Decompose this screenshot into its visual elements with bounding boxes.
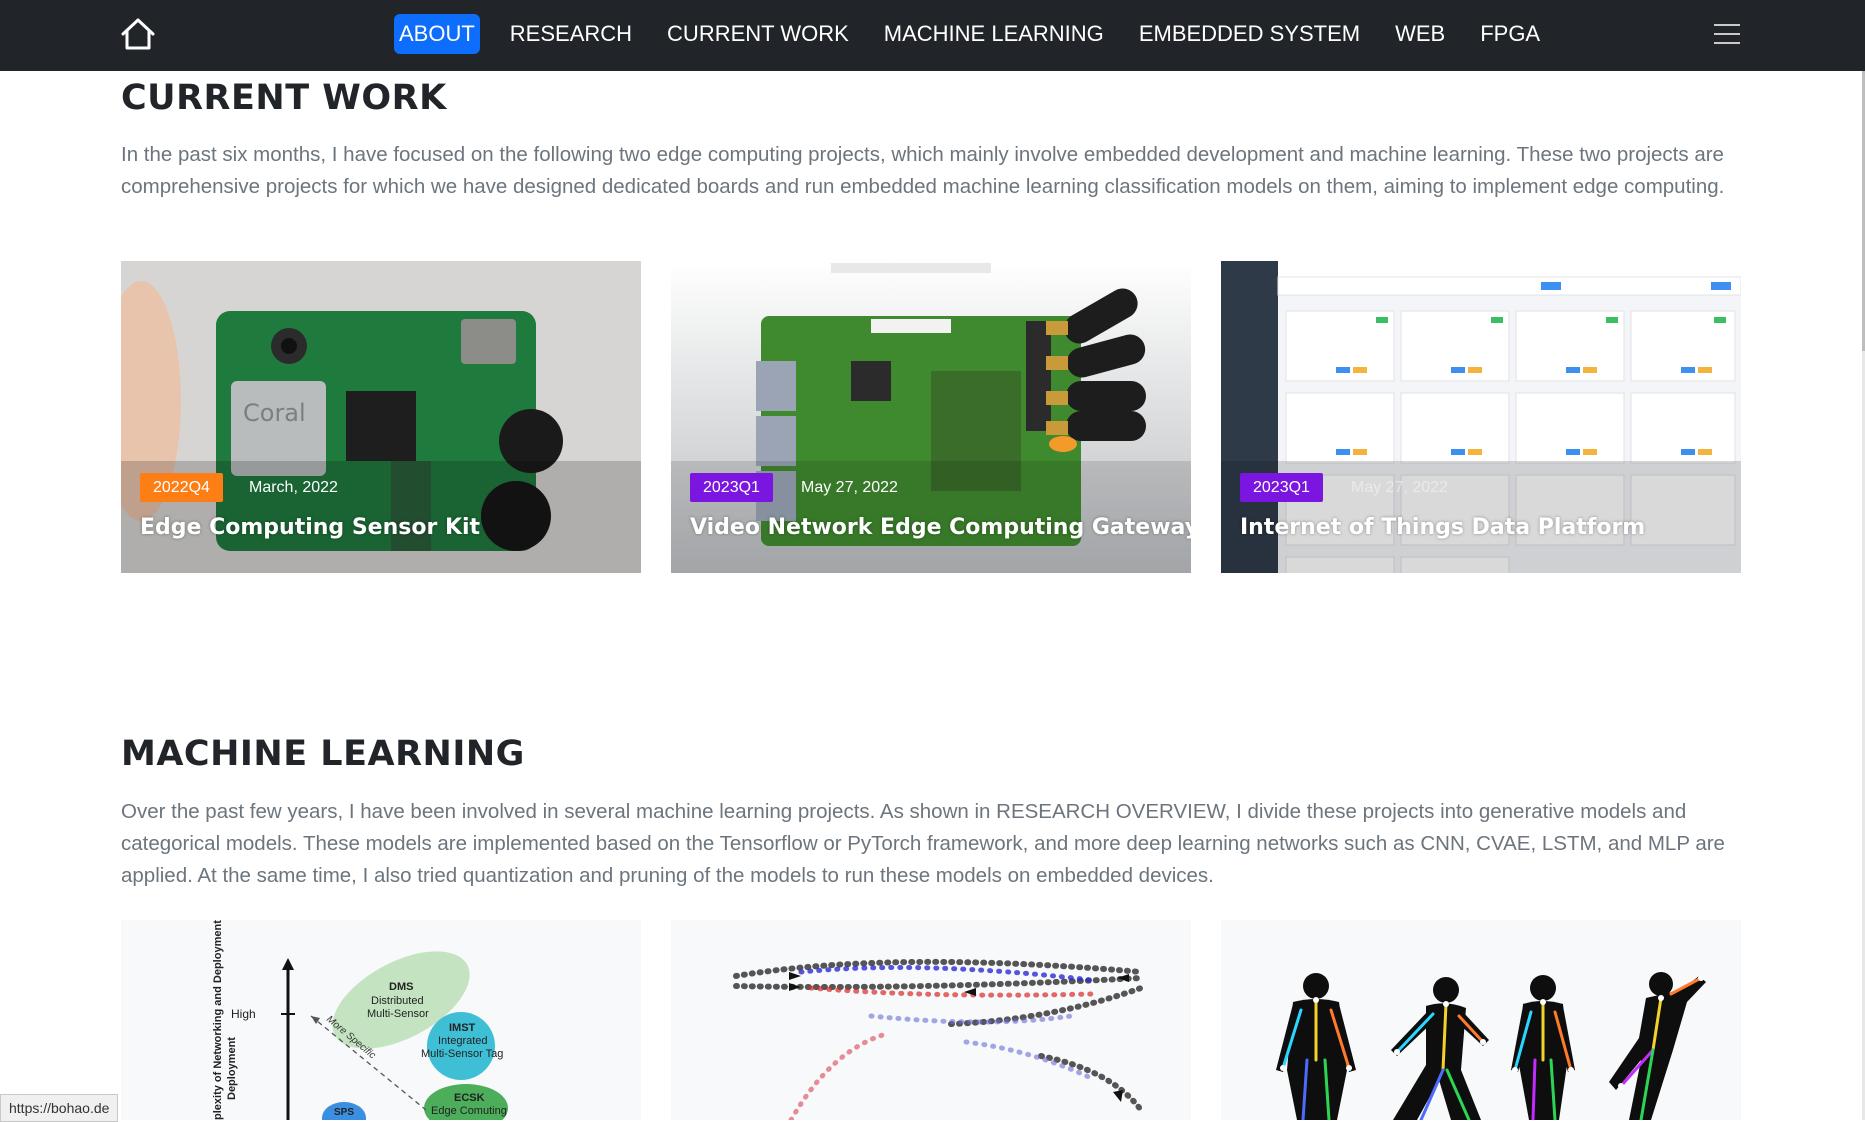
project-date: March, 2022 bbox=[249, 479, 338, 496]
nav-link-web[interactable]: WEB bbox=[1390, 14, 1450, 54]
diagram-dms-name: DMS bbox=[389, 981, 413, 993]
svg-text:Coral: Coral bbox=[243, 399, 306, 427]
project-badge: 2022Q4 bbox=[140, 473, 223, 502]
ml-card-pose-estimation[interactable] bbox=[1221, 920, 1741, 1120]
ml-card-trajectory-prediction[interactable] bbox=[671, 920, 1191, 1120]
home-icon[interactable] bbox=[120, 16, 156, 52]
nav-link-fpga[interactable]: FPGA bbox=[1475, 14, 1545, 54]
ml-card-sensor-complexity-diagram[interactable]: High plexity of Networking and Deploymen… bbox=[121, 920, 641, 1120]
diagram-dms-line2: Multi-Sensor bbox=[367, 1008, 429, 1020]
project-badge: 2023Q1 bbox=[1240, 473, 1323, 502]
diagram-high-label: High bbox=[231, 1007, 256, 1021]
diagram-dms-line1: Distributed bbox=[371, 995, 424, 1007]
project-title: Edge Computing Sensor Kit bbox=[140, 515, 481, 540]
project-badge: 2023Q1 bbox=[690, 473, 773, 502]
nav-link-research[interactable]: RESEARCH bbox=[505, 14, 637, 54]
nav-link-about[interactable]: ABOUT bbox=[394, 14, 480, 54]
project-date: May 27, 2022 bbox=[1351, 479, 1448, 496]
nav-link-embedded-system[interactable]: EMBEDDED SYSTEM bbox=[1134, 14, 1365, 54]
project-card-iot-data-platform[interactable]: 2023Q1 May 27, 2022 Internet of Things D… bbox=[1221, 261, 1741, 573]
machine-learning-title: MACHINE LEARNING bbox=[121, 734, 525, 774]
project-date: May 27, 2022 bbox=[801, 479, 898, 496]
nav-link-current-work[interactable]: CURRENT WORK bbox=[662, 14, 854, 54]
diagram-y-axis-label: plexity of Networking and Deployment bbox=[212, 920, 224, 1120]
diagram-imst-line1: Integrated bbox=[438, 1035, 488, 1047]
machine-learning-cards: High plexity of Networking and Deploymen… bbox=[121, 920, 1741, 1120]
project-title: Internet of Things Data Platform bbox=[1240, 515, 1646, 540]
trajectory-plot-image bbox=[671, 920, 1191, 1120]
project-title: Video Network Edge Computing Gateway bbox=[690, 515, 1191, 540]
machine-learning-description: Over the past few years, I have been inv… bbox=[121, 800, 1725, 887]
svg-text:Deployment: Deployment bbox=[226, 1037, 238, 1100]
diagram-imst-line2: Multi-Sensor Tag bbox=[421, 1048, 503, 1060]
nav-links: ABOUT RESEARCH CURRENT WORK MACHINE LEAR… bbox=[394, 14, 1570, 54]
hamburger-menu-icon[interactable] bbox=[1714, 24, 1740, 44]
status-bar-url: https://bohao.de bbox=[0, 1094, 119, 1122]
nav-link-machine-learning[interactable]: MACHINE LEARNING bbox=[879, 14, 1109, 54]
current-work-description: In the past six months, I have focused o… bbox=[121, 143, 1725, 198]
top-navbar: ABOUT RESEARCH CURRENT WORK MACHINE LEAR… bbox=[0, 0, 1865, 71]
current-work-cards: Coral 2022Q4 March, 2022 Edge Computing … bbox=[121, 261, 1741, 573]
project-card-video-network-gateway[interactable]: 2023Q1 May 27, 2022 Video Network Edge C… bbox=[671, 261, 1191, 573]
project-card-edge-computing-sensor-kit[interactable]: Coral 2022Q4 March, 2022 Edge Computing … bbox=[121, 261, 641, 573]
diagram-ecsk-name: ECSK bbox=[454, 1092, 485, 1104]
complexity-diagram: High plexity of Networking and Deploymen… bbox=[121, 920, 641, 1120]
current-work-title: CURRENT WORK bbox=[121, 78, 447, 118]
diagram-sps-name: SPS bbox=[334, 1107, 354, 1118]
diagram-imst-name: IMST bbox=[449, 1022, 476, 1034]
diagram-ecsk-line1: Edge Comuting bbox=[431, 1105, 507, 1117]
pose-estimation-image bbox=[1221, 920, 1741, 1120]
